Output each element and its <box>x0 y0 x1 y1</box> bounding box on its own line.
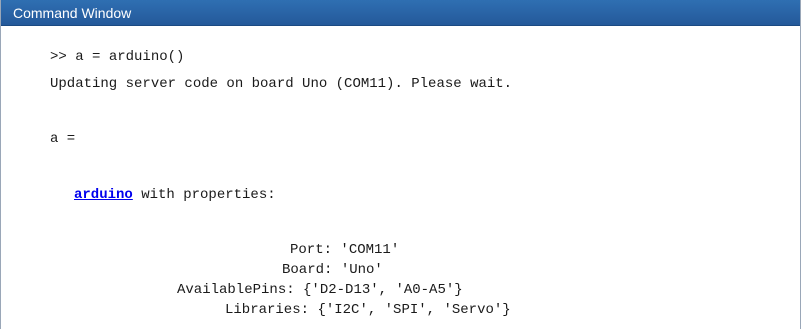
property-key: Libraries <box>225 302 301 318</box>
property-row-libraries: Libraries: {'I2C', 'SPI', 'Servo'} <box>225 302 511 318</box>
command-window-titlebar[interactable]: Command Window <box>1 0 800 26</box>
property-row-availablepins: AvailablePins: {'D2-D13', 'A0-A5'} <box>177 282 463 298</box>
console-output[interactable]: >> a = arduino() Updating server code on… <box>1 26 800 329</box>
property-row-port: Port: 'COM11' <box>290 242 400 258</box>
property-value: {'D2-D13', 'A0-A5'} <box>303 282 463 298</box>
command-line: >> a = arduino() <box>50 48 184 66</box>
property-value: 'Uno' <box>340 262 383 278</box>
property-key: Board <box>282 262 325 278</box>
command-text: a = arduino() <box>75 49 185 65</box>
command-window: Command Window >> a = arduino() Updating… <box>0 0 801 329</box>
property-key: Port <box>290 242 324 258</box>
arduino-class-link[interactable]: arduino <box>74 187 133 203</box>
property-row-board: Board: 'Uno' <box>282 262 383 278</box>
property-value: {'I2C', 'SPI', 'Servo'} <box>317 302 511 318</box>
property-value: 'COM11' <box>340 242 400 258</box>
status-message: Updating server code on board Uno (COM11… <box>50 76 513 92</box>
with-properties-text: with properties: <box>132 187 276 203</box>
prompt-symbol: >> <box>50 49 76 65</box>
window-title: Command Window <box>13 5 132 21</box>
property-key: AvailablePins <box>177 282 287 298</box>
variable-assignment-line: a = <box>50 131 76 147</box>
object-summary-line: arduino with properties: <box>74 186 276 204</box>
